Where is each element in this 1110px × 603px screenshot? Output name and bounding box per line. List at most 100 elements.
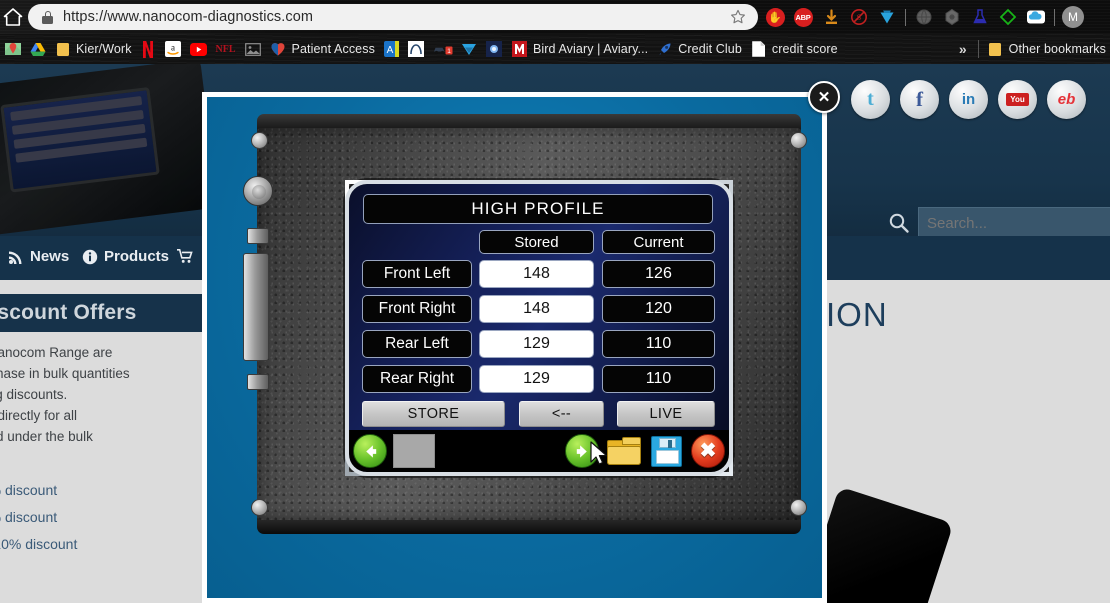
- blank-icon: [393, 434, 435, 468]
- info-icon: [82, 249, 98, 264]
- bookmark-label: Kier/Work: [76, 42, 132, 56]
- offers-discount-line: ts = 5% discount: [0, 509, 58, 525]
- bookmarks-bar[interactable]: Kier/Work a NFL Patient Access A 1 Bird …: [0, 34, 1110, 64]
- bookmark-credit-score[interactable]: credit score: [746, 37, 842, 61]
- cell-current-front-left: 126: [602, 260, 715, 288]
- bookmark-kier-work[interactable]: Kier/Work: [50, 37, 136, 61]
- bookmark-nfl[interactable]: NFL: [211, 37, 241, 61]
- close-button[interactable]: ✖: [687, 432, 729, 470]
- device-screen: HIGH PROFILE Stored Current Front Left 1…: [349, 184, 729, 472]
- search-box[interactable]: [918, 207, 1110, 239]
- ebay-icon[interactable]: eb: [1047, 80, 1086, 119]
- offers-line: required under the bulk: [0, 429, 93, 444]
- bookmark-car-badge[interactable]: 1: [429, 37, 457, 61]
- download-icon[interactable]: [818, 4, 844, 30]
- browser-chrome: https://www.nanocom-diagnostics.com ✋ AB…: [0, 0, 1110, 64]
- search-input[interactable]: [919, 208, 1110, 238]
- device-body: HIGH PROFILE Stored Current Front Left 1…: [243, 128, 807, 520]
- bookmarks-overflow-button[interactable]: »: [952, 41, 974, 57]
- bookmark-amazon[interactable]: a: [161, 37, 186, 61]
- nanocom-device: HIGH PROFILE Stored Current Front Left 1…: [243, 114, 809, 534]
- camera-extension-icon[interactable]: [939, 4, 965, 30]
- bookmark-star-icon[interactable]: [730, 9, 746, 25]
- globe-extension-icon[interactable]: [911, 4, 937, 30]
- bookmark-youtube[interactable]: [186, 37, 211, 61]
- blank-grey-button[interactable]: [391, 432, 437, 470]
- screw-bottom-left: [251, 499, 268, 516]
- svg-text:S: S: [857, 13, 861, 22]
- modal-backdrop: HIGH PROFILE Stored Current Front Left 1…: [207, 97, 822, 598]
- bookmark-netflix[interactable]: [136, 37, 161, 61]
- facebook-glyph: f: [916, 87, 923, 111]
- url-text[interactable]: https://www.nanocom-diagnostics.com: [63, 9, 758, 25]
- m-icon: [511, 41, 528, 58]
- page-title: ION: [826, 296, 888, 333]
- profile-avatar-icon[interactable]: M: [1060, 4, 1086, 30]
- diamond-shield-icon[interactable]: [874, 4, 900, 30]
- offers-line: ollowing discounts.: [0, 387, 68, 402]
- star-glow-icon: [486, 41, 503, 58]
- bookmark-a-blue[interactable]: A: [379, 37, 404, 61]
- svg-text:A: A: [387, 45, 394, 56]
- linkedin-icon[interactable]: in: [949, 80, 988, 119]
- nav-products-label: Products: [104, 248, 170, 265]
- green-diamond-icon[interactable]: [995, 4, 1021, 30]
- home-icon[interactable]: [2, 6, 24, 28]
- bookmark-bird-aviary[interactable]: Bird Aviary | Aviary...: [507, 37, 652, 61]
- cell-stored-rear-right[interactable]: 129: [479, 365, 594, 393]
- nav-back-button[interactable]: [349, 432, 391, 470]
- toolbar-divider: [905, 8, 906, 26]
- bookmark-drive[interactable]: [25, 37, 50, 61]
- lab-flask-icon[interactable]: [967, 4, 993, 30]
- ebay-glyph: eb: [1057, 91, 1076, 108]
- twitter-icon[interactable]: t: [851, 80, 890, 119]
- other-bookmarks-button[interactable]: Other bookmarks: [983, 37, 1110, 61]
- bookmark-white-tile[interactable]: [404, 37, 429, 61]
- adblock-hand-icon[interactable]: ✋: [762, 4, 788, 30]
- cart-icon: [177, 248, 193, 263]
- site-search[interactable]: [888, 207, 1110, 239]
- bookmark-star-blue[interactable]: [482, 37, 507, 61]
- green-left-arrow-icon: [353, 434, 387, 468]
- nav-news-label: News: [30, 248, 70, 265]
- cell-stored-front-left[interactable]: 148: [479, 260, 594, 288]
- letter-a-icon: A: [383, 41, 400, 58]
- script-blocker-icon[interactable]: S: [846, 4, 872, 30]
- sidebar-item-cart[interactable]: [177, 248, 199, 264]
- twitter-glyph: t: [867, 88, 874, 110]
- bookmark-credit-club[interactable]: Credit Club: [652, 37, 746, 61]
- discount-offers-body: n the Nanocom Range are or purchase in b…: [0, 342, 224, 558]
- live-button[interactable]: LIVE: [617, 401, 715, 427]
- adblock-plus-icon[interactable]: ABP: [790, 4, 816, 30]
- facebook-icon[interactable]: f: [900, 80, 939, 119]
- sidebar-item-products[interactable]: Products: [82, 248, 169, 265]
- folder-icon: [54, 41, 71, 58]
- rocket-icon: [656, 41, 673, 58]
- bookmark-patient-access[interactable]: Patient Access: [266, 37, 379, 61]
- offers-line: rogram.: [0, 447, 224, 468]
- patient-access-icon: [270, 41, 287, 58]
- bookmark-maps[interactable]: [0, 37, 25, 61]
- address-bar[interactable]: https://www.nanocom-diagnostics.com: [28, 4, 758, 30]
- cell-stored-front-right[interactable]: 148: [479, 295, 594, 323]
- modal-close-button[interactable]: ✕: [808, 81, 840, 113]
- x-glyph: ✖: [699, 440, 717, 462]
- save-button[interactable]: [645, 432, 687, 470]
- open-folder-button[interactable]: [603, 432, 645, 470]
- connector-round: [243, 176, 273, 206]
- cell-stored-rear-left[interactable]: 129: [479, 330, 594, 358]
- sidebar-item-news[interactable]: News: [8, 248, 69, 265]
- youtube-glyph: You: [1006, 93, 1029, 106]
- social-links[interactable]: t f in You eb: [851, 80, 1086, 119]
- cloud-icon[interactable]: [1023, 4, 1049, 30]
- bookmark-blue-v[interactable]: [457, 37, 482, 61]
- store-button[interactable]: STORE: [362, 401, 505, 427]
- back-arrow-button[interactable]: <--: [519, 401, 604, 427]
- close-icon: ✕: [817, 89, 831, 106]
- youtube-icon[interactable]: You: [998, 80, 1037, 119]
- extension-toolbar[interactable]: ✋ ABP S M: [762, 3, 1086, 31]
- bookmark-unknown-grey[interactable]: [241, 37, 266, 61]
- discount-offers-heading: Discount Offers: [0, 294, 222, 332]
- browser-toolbar: https://www.nanocom-diagnostics.com ✋ AB…: [0, 0, 1110, 34]
- offers-discount-line: ts = 0% discount: [0, 482, 58, 498]
